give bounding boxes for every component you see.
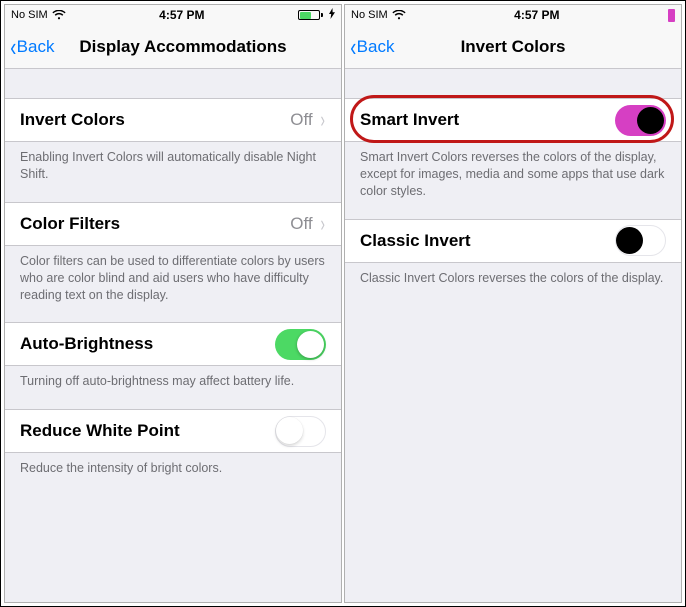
- phone-display-accommodations: No SIM 4:57 PM ‹ Back Displa: [4, 4, 342, 603]
- wifi-icon: [392, 10, 406, 20]
- toggle-auto-brightness[interactable]: [275, 329, 326, 360]
- row-status: Off: [290, 110, 312, 130]
- back-button[interactable]: ‹ Back: [345, 34, 394, 60]
- row-label: Smart Invert: [360, 110, 615, 130]
- page-title: Display Accommodations: [5, 37, 341, 57]
- chevron-left-icon: ‹: [350, 34, 356, 60]
- toggle-classic-invert[interactable]: [615, 225, 666, 256]
- nav-bar: ‹ Back Invert Colors: [345, 25, 681, 69]
- footer-smart-invert: Smart Invert Colors reverses the colors …: [345, 142, 681, 220]
- footer-reduce-white-point: Reduce the intensity of bright colors.: [5, 453, 341, 497]
- footer-auto-brightness: Turning off auto-brightness may affect b…: [5, 366, 341, 410]
- row-label: Auto-Brightness: [20, 334, 275, 354]
- chevron-right-icon: ›: [320, 213, 324, 235]
- charging-bolt-icon: [329, 8, 335, 22]
- footer-color-filters: Color filters can be used to differentia…: [5, 246, 341, 324]
- chevron-right-icon: ›: [320, 109, 324, 131]
- page-title: Invert Colors: [345, 37, 681, 57]
- row-color-filters[interactable]: Color Filters Off ›: [5, 202, 341, 246]
- footer-invert-colors: Enabling Invert Colors will automaticall…: [5, 142, 341, 203]
- row-classic-invert: Classic Invert: [345, 219, 681, 263]
- nav-bar: ‹ Back Display Accommodations: [5, 25, 341, 69]
- status-bar: No SIM 4:57 PM: [5, 5, 341, 25]
- status-time: 4:57 PM: [514, 8, 559, 22]
- carrier-text: No SIM: [351, 9, 388, 21]
- screenshot-pair: No SIM 4:57 PM ‹ Back Displa: [0, 0, 686, 607]
- row-reduce-white-point: Reduce White Point: [5, 409, 341, 453]
- row-label: Classic Invert: [360, 231, 615, 251]
- row-invert-colors[interactable]: Invert Colors Off ›: [5, 98, 341, 142]
- status-time: 4:57 PM: [159, 8, 204, 22]
- chevron-left-icon: ‹: [10, 34, 16, 60]
- settings-list: Invert Colors Off › Enabling Invert Colo…: [5, 69, 341, 602]
- back-label: Back: [357, 37, 395, 57]
- row-label: Color Filters: [20, 214, 290, 234]
- toggle-reduce-white-point[interactable]: [275, 416, 326, 447]
- row-smart-invert: Smart Invert: [345, 98, 681, 142]
- status-bar: No SIM 4:57 PM: [345, 5, 681, 25]
- phone-invert-colors: No SIM 4:57 PM ‹ Back Invert Colors Smar…: [344, 4, 682, 603]
- footer-classic-invert: Classic Invert Colors reverses the color…: [345, 263, 681, 307]
- row-status: Off: [290, 214, 312, 234]
- carrier-text: No SIM: [11, 9, 48, 21]
- battery-icon: [298, 10, 323, 20]
- row-auto-brightness: Auto-Brightness: [5, 322, 341, 366]
- toggle-smart-invert[interactable]: [615, 105, 666, 136]
- battery-icon: [668, 9, 675, 22]
- wifi-icon: [52, 10, 66, 20]
- back-label: Back: [17, 37, 55, 57]
- back-button[interactable]: ‹ Back: [5, 34, 54, 60]
- settings-list: Smart Invert Smart Invert Colors reverse…: [345, 69, 681, 602]
- row-label: Reduce White Point: [20, 421, 275, 441]
- row-label: Invert Colors: [20, 110, 290, 130]
